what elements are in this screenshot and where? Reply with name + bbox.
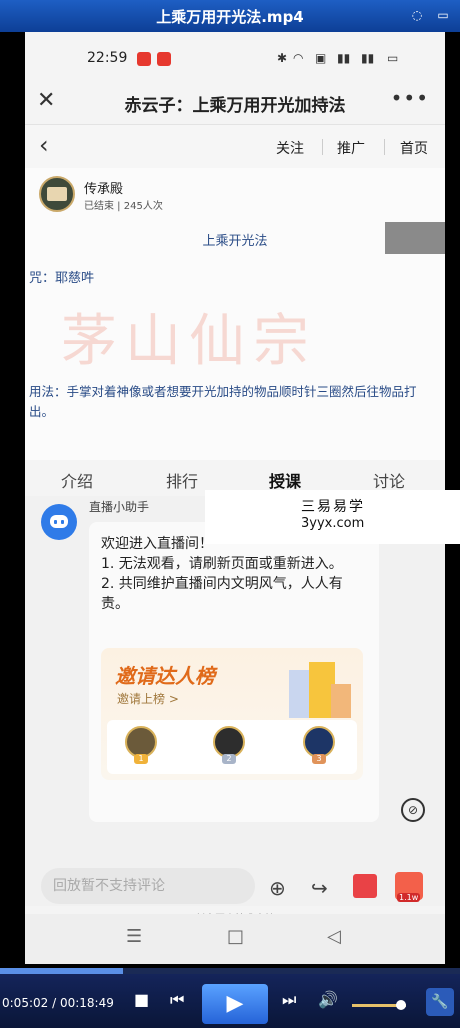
slide-usage-text: 用法：手掌对着神像或者想要开光加持的物品顺时针三圈然后往物品打出。 <box>29 384 417 419</box>
stream-stats: 已结束 | 245人次 <box>84 201 163 212</box>
mute-icon[interactable]: ⊘ <box>401 798 425 822</box>
volume-knob[interactable] <box>395 1000 406 1010</box>
android-nav-bar: ☰ □ ◁ <box>25 914 445 964</box>
assistant-avatar <box>41 504 77 540</box>
sub-nav-bar: ‹ 关注 推广 首页 <box>25 124 445 169</box>
next-icon[interactable]: ⏭ <box>282 990 296 1010</box>
volume-slider[interactable] <box>352 1000 406 1010</box>
host-name: 传承殿 <box>84 182 124 197</box>
slide-title: 上乘开光法 <box>202 234 268 249</box>
back-nav-icon[interactable]: ◁ <box>327 926 341 947</box>
menu-icon[interactable]: ☰ <box>126 926 142 947</box>
tab-lesson[interactable]: 授课 <box>269 468 301 492</box>
add-icon[interactable]: ⊕ <box>269 876 286 900</box>
restore-window-icon[interactable]: ▭ <box>436 8 450 22</box>
home-icon[interactable]: □ <box>227 926 244 947</box>
welcome-message: 欢迎进入直播间！ 1. 无法观看，请刷新页面或重新进入。 2. 共同维护直播间内… <box>101 536 343 612</box>
medal-badge: 2 <box>222 754 236 764</box>
follow-button[interactable]: 关注 <box>276 138 304 158</box>
reward-count: 1.1w <box>397 893 421 902</box>
invite-ranking-card[interactable]: 邀请达人榜 邀请上榜 > 1 2 3 <box>101 648 363 780</box>
play-button[interactable]: ▶ <box>202 984 268 1024</box>
signal-icon: ▮▮ <box>361 51 375 65</box>
ranker-list: 1 2 3 <box>107 720 357 774</box>
gift-icon[interactable] <box>353 874 377 898</box>
site-url: 3yyx.com <box>301 516 365 531</box>
divider <box>322 139 323 155</box>
ranking-illustration <box>289 662 353 720</box>
comment-input[interactable]: 回放暂不支持评论 <box>41 868 255 904</box>
video-file-title: 上乘万用开光法.mp4 <box>156 8 304 26</box>
tab-discussion[interactable]: 讨论 <box>373 468 405 492</box>
current-time: 0:05:02 <box>2 996 49 1010</box>
divider <box>384 139 385 155</box>
app-notification-icon <box>137 52 151 66</box>
total-time: 00:18:49 <box>59 996 114 1010</box>
medal-badge: 1 <box>134 754 148 764</box>
page-nav-bar: ✕ 赤云子：上乘万用开光加持法 ••• <box>25 80 445 124</box>
host-avatar[interactable] <box>39 176 75 212</box>
player-title-bar: 上乘万用开光法.mp4 ◌ ▭ <box>0 0 460 32</box>
site-name: 三易易学 <box>301 499 365 515</box>
home-button[interactable]: 首页 <box>400 138 428 158</box>
volume-icon[interactable]: 🔊 <box>318 990 338 1009</box>
video-player-area[interactable]: 传承殿 已结束 | 245人次 上乘开光法 咒：耶慈吽 茅山仙宗 用法：手掌对着… <box>25 168 445 460</box>
promote-button[interactable]: 推广 <box>337 138 365 158</box>
medal-badge: 3 <box>312 754 326 764</box>
tab-ranking[interactable]: 排行 <box>166 468 198 492</box>
app-notification-icon <box>157 52 171 66</box>
signal-icon: ▮▮ <box>337 51 351 65</box>
player-controls: 0:05:02 / 00:18:49 ■ ⏮ ▶ ⏭ 🔊 🔧 <box>0 974 460 1028</box>
phone-status-bar: 22:59 ✱ ◠ ▣ ▮▮ ▮▮ ▭ <box>25 32 445 80</box>
rank-link[interactable]: 邀请上榜 > <box>117 690 179 707</box>
chat-icon[interactable]: ◌ <box>410 8 424 22</box>
slide-mantra: 咒：耶慈吽 <box>29 271 95 286</box>
back-icon[interactable]: ‹ <box>39 131 49 159</box>
previous-icon[interactable]: ⏮ <box>170 990 184 1010</box>
assistant-name: 直播小助手 <box>89 500 150 514</box>
slide-watermark: 茅山仙宗 <box>61 309 317 374</box>
tab-intro[interactable]: 介绍 <box>61 468 93 492</box>
chat-message-bubble: 欢迎进入直播间！ 1. 无法观看，请刷新页面或重新进入。 2. 共同维护直播间内… <box>89 522 379 822</box>
time-display: 0:05:02 / 00:18:49 <box>2 996 114 1010</box>
battery-icon: ▭ <box>387 51 399 65</box>
more-icon[interactable]: ••• <box>391 86 429 110</box>
site-watermark: 三易易学 3yyx.com <box>205 490 460 544</box>
reward-icon[interactable]: 1.1w <box>395 872 423 902</box>
page-title: 赤云子：上乘万用开光加持法 <box>124 96 346 116</box>
chat-area: 直播小助手 欢迎进入直播间！ 1. 无法观看，请刷新页面或重新进入。 2. 共同… <box>25 496 445 906</box>
settings-wrench-icon[interactable]: 🔧 <box>426 988 454 1016</box>
hd-icon: ▣ <box>315 51 327 65</box>
wifi-icon: ◠ <box>293 51 304 65</box>
clock: 22:59 <box>87 50 128 66</box>
stop-icon[interactable]: ■ <box>134 990 149 1009</box>
share-icon[interactable]: ↪ <box>311 876 328 900</box>
bluetooth-icon: ✱ <box>277 51 288 65</box>
rank-title: 邀请达人榜 <box>115 664 215 688</box>
